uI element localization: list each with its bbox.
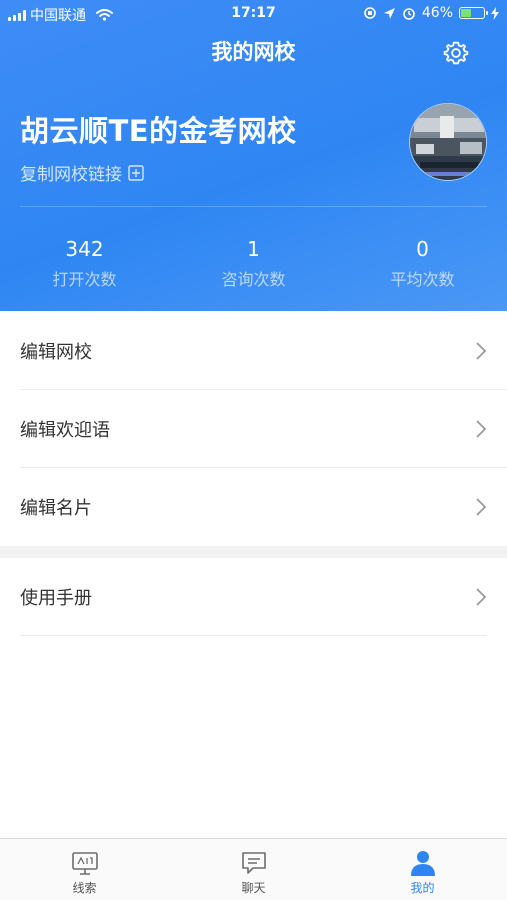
menu-item-label: 编辑名片 — [20, 498, 92, 519]
menu-item-edit-card[interactable]: 编辑名片 — [0, 468, 507, 546]
status-right: 46% — [363, 5, 499, 21]
menu-item-edit-school[interactable]: 编辑网校 — [0, 312, 507, 390]
tab-label: 我的 — [410, 881, 435, 895]
add-box-icon — [128, 164, 144, 181]
menu-item-edit-welcome[interactable]: 编辑欢迎语 — [0, 390, 507, 468]
avatar-photo — [410, 104, 486, 180]
stat-inquiries: 1 咨询次数 — [169, 235, 338, 295]
school-name: 胡云顺TE的金考网校 — [20, 114, 297, 148]
chevron-right-icon — [476, 498, 487, 516]
tab-bar: 线索 聊天 我的 — [0, 838, 507, 900]
status-bar: 中国联通 17:17 46% — [0, 0, 507, 28]
gear-icon[interactable] — [443, 40, 469, 66]
tab-leads[interactable]: 线索 — [0, 839, 169, 900]
menu-item-label: 编辑欢迎语 — [20, 420, 110, 441]
section-gap — [0, 546, 507, 558]
avatar[interactable] — [409, 103, 487, 181]
stat-average: 0 平均次数 — [338, 235, 507, 295]
chevron-right-icon — [476, 588, 487, 606]
stat-label: 平均次数 — [390, 270, 455, 289]
copy-link-label: 复制网校链接 — [20, 165, 122, 185]
row-divider — [20, 635, 487, 636]
menu-item-manual[interactable]: 使用手册 — [0, 558, 507, 636]
tab-label: 聊天 — [241, 881, 266, 895]
menu-list: 编辑网校 编辑欢迎语 编辑名片 使用手册 — [0, 312, 507, 636]
chevron-right-icon — [476, 342, 487, 360]
tab-label: 线索 — [72, 881, 97, 895]
chat-icon — [241, 852, 266, 874]
menu-item-label: 使用手册 — [20, 588, 92, 609]
header-divider — [20, 206, 487, 207]
tab-chat[interactable]: 聊天 — [169, 839, 338, 900]
stat-value: 0 — [416, 237, 429, 261]
page-title: 我的网校 — [211, 40, 296, 64]
alarm-icon — [403, 8, 415, 20]
stat-opens: 342 打开次数 — [0, 235, 169, 295]
orientation-lock-icon — [364, 7, 376, 19]
stat-label: 打开次数 — [52, 270, 117, 289]
stats-row: 342 打开次数 1 咨询次数 0 平均次数 — [0, 235, 507, 295]
my-school-page: 中国联通 17:17 46% 我的网校 胡云顺TE的金考网校 复制网校链接 34… — [0, 0, 507, 900]
stat-label: 咨询次数 — [221, 270, 286, 289]
chevron-right-icon — [476, 420, 487, 438]
profile-header: 中国联通 17:17 46% 我的网校 胡云顺TE的金考网校 复制网校链接 34… — [0, 0, 507, 311]
battery-icon — [459, 7, 488, 19]
user-icon — [410, 851, 435, 876]
stat-value: 342 — [65, 237, 104, 261]
menu-item-label: 编辑网校 — [20, 342, 92, 363]
stat-value: 1 — [247, 237, 260, 261]
monitor-icon — [71, 852, 98, 875]
charging-icon — [491, 6, 499, 20]
tab-mine[interactable]: 我的 — [338, 839, 507, 900]
copy-link-button[interactable]: 复制网校链接 — [20, 160, 144, 185]
location-icon — [383, 7, 395, 19]
battery-percent: 46% — [421, 5, 453, 21]
